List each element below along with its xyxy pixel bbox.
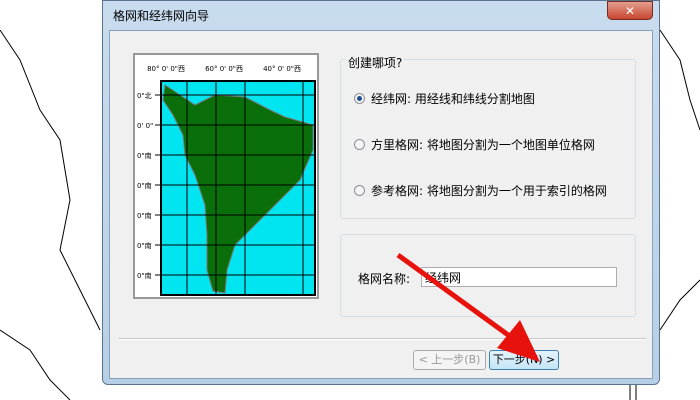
radio-button[interactable] [354, 93, 365, 104]
back-button[interactable]: < 上一步(B) [413, 350, 486, 370]
map-preview: 80° 0' 0"西 60° 0' 0"西 40° 0' 0"西 0"北 0' 0" 0"… [133, 53, 319, 299]
longitude-label: 40° 0' 0"西 [263, 65, 301, 73]
latitude-label: 0"北 [137, 92, 152, 100]
radio-measured-grid[interactable]: 方里格网: 将地图分割为一个地图单位格网 [354, 136, 595, 153]
longitude-label: 60° 0' 0"西 [205, 65, 243, 73]
separator [118, 338, 646, 340]
latitude-label: 0"南 [137, 241, 152, 250]
grid-name-input[interactable] [421, 267, 617, 287]
longitude-label: 80° 0' 0"西 [147, 65, 185, 73]
dialog-client: 80° 0' 0"西 60° 0' 0"西 40° 0' 0"西 0"北 0' 0" 0"… [109, 30, 653, 379]
close-icon[interactable]: ✕ [607, 1, 653, 20]
radio-button[interactable] [354, 185, 365, 196]
radio-reference-grid[interactable]: 参考格网: 将地图分割为一个用于索引的格网 [354, 182, 607, 199]
group-heading: 创建哪项? [346, 54, 405, 71]
name-group: 格网名称: [340, 234, 636, 317]
dialog-title: 格网和经纬网向导 [113, 9, 210, 23]
grid-name-label: 格网名称: [358, 272, 411, 286]
next-button[interactable]: 下一步(N) > [489, 350, 559, 370]
create-type-group: 创建哪项? 经纬网: 用经线和纬线分割地图 方里格网: 将地图分割为一个地图单位… [340, 54, 636, 219]
radio-button[interactable] [354, 139, 365, 150]
latitude-label: 0' 0" [137, 122, 153, 130]
radio-graticule[interactable]: 经纬网: 用经线和纬线分割地图 [354, 90, 535, 107]
latitude-label: 0"南 [137, 271, 152, 280]
latitude-label: 0"南 [137, 181, 152, 190]
latitude-label: 0"南 [137, 211, 152, 220]
preview-map: 80° 0' 0"西 60° 0' 0"西 40° 0' 0"西 0"北 0' 0" 0"… [137, 65, 316, 296]
radio-label: 参考格网: 将地图分割为一个用于索引的格网 [371, 184, 607, 198]
radio-label: 方里格网: 将地图分割为一个地图单位格网 [371, 138, 595, 152]
latitude-label: 0"南 [137, 151, 152, 160]
graticule-wizard-dialog: 格网和经纬网向导 ✕ 80° 0' 0"西 60° 0' 0"西 40° 0' 0"… [102, 0, 660, 385]
radio-label: 经纬网: 用经线和纬线分割地图 [371, 92, 535, 106]
